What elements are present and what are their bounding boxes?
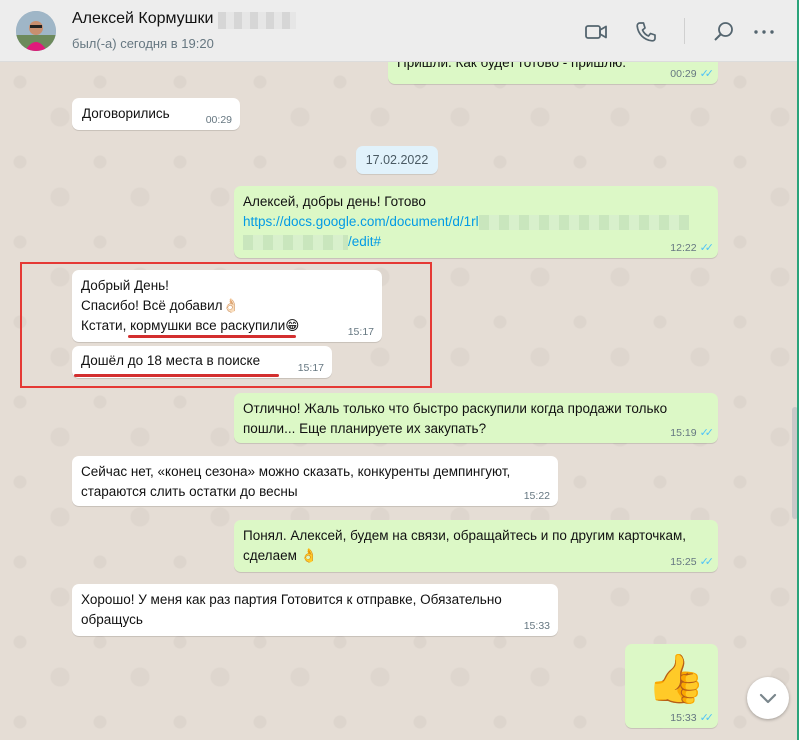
header-divider: [684, 18, 685, 44]
chevron-down-icon: [759, 693, 777, 704]
message-link-continued[interactable]: /edit#: [243, 232, 709, 252]
message-text: пошли... Еще планируете их закупать?: [243, 421, 487, 436]
message-text: Хорошо! У меня как раз партия Готовится …: [81, 592, 502, 607]
video-call-icon[interactable]: [583, 19, 609, 45]
last-seen-status: был(-а) сегодня в 19:20: [72, 36, 214, 51]
message-incoming[interactable]: Хорошо! У меня как раз партия Готовится …: [72, 584, 558, 636]
read-ticks-icon: ✓✓: [699, 712, 715, 724]
message-time: 15:19: [670, 427, 697, 439]
message-time: 00:29: [205, 114, 232, 126]
message-text: Договорились: [82, 106, 170, 121]
redacted-link-part: [478, 214, 689, 230]
message-text: стараются слить остатки до весны: [81, 484, 298, 499]
message-text: Отлично! Жаль только что быстро раскупил…: [243, 401, 668, 416]
message-list[interactable]: Пришли. Как будет готово - пришлю. 00:29…: [0, 62, 799, 740]
read-ticks-icon: ✓✓: [699, 427, 715, 439]
message-incoming[interactable]: Сейчас нет, «конец сезона» можно сказать…: [72, 456, 558, 506]
redacted-link-part: [243, 234, 348, 250]
message-text: обращусь: [81, 612, 143, 627]
thumbs-up-emoji: 👍: [646, 653, 706, 706]
underlined-text: кормушки все раскупили: [130, 318, 286, 333]
ok-hand-emoji: 👌🏻: [222, 298, 240, 313]
message-time: 15:33: [670, 712, 697, 724]
message-time: 15:33: [523, 620, 550, 632]
message-text: Дошёл до 18 места в поиске: [81, 353, 261, 368]
red-underline: [74, 374, 279, 377]
message-text: Пришли. Как будет готово - пришлю.: [397, 62, 626, 70]
chat-header: Алексей Кормушки был(-а) сегодня в 19:20: [0, 0, 799, 62]
read-ticks-icon: ✓✓: [699, 242, 715, 254]
date-separator: 17.02.2022: [356, 146, 438, 174]
message-outgoing[interactable]: Алексей, добры день! Готово https://docs…: [234, 186, 718, 258]
avatar[interactable]: [16, 11, 56, 51]
message-time: 00:29: [670, 68, 697, 80]
menu-icon[interactable]: [751, 19, 777, 45]
message-time: 15:25: [670, 556, 697, 568]
message-text: Алексей, добры день! Готово: [243, 194, 426, 209]
read-ticks-icon: ✓✓: [699, 68, 715, 80]
link-text[interactable]: /edit#: [348, 234, 381, 249]
search-icon[interactable]: [711, 19, 737, 45]
grin-emoji: 😁: [285, 318, 300, 333]
ok-hand-emoji: 👌: [300, 548, 318, 563]
message-link[interactable]: https://docs.google.com/document/d/1rl: [243, 212, 709, 232]
message-outgoing[interactable]: Понял. Алексей, будем на связи, обращайт…: [234, 520, 718, 572]
voice-call-icon[interactable]: [633, 19, 659, 45]
message-outgoing[interactable]: Отлично! Жаль только что быстро раскупил…: [234, 393, 718, 443]
contact-name[interactable]: Алексей Кормушки: [72, 10, 213, 28]
link-text[interactable]: https://docs.google.com/document/d/1rl: [243, 214, 479, 229]
message-text: сделаем: [243, 548, 297, 563]
message-time: 15:22: [523, 490, 550, 502]
message-text: Сейчас нет, «конец сезона» можно сказать…: [81, 464, 511, 479]
message-text: Кстати,: [81, 318, 131, 333]
message-outgoing[interactable]: Пришли. Как будет готово - пришлю. 00:29…: [388, 62, 718, 84]
message-incoming[interactable]: Добрый День! Спасибо! Всё добавил👌🏻 Кста…: [72, 270, 382, 342]
message-time: 15:17: [347, 326, 374, 338]
message-time: 15:17: [297, 362, 324, 374]
message-time: 12:22: [670, 242, 697, 254]
scroll-to-bottom-button[interactable]: [747, 677, 789, 719]
red-underline: [128, 335, 296, 338]
redacted-surname: [218, 12, 296, 29]
read-ticks-icon: ✓✓: [699, 556, 715, 568]
message-text: Спасибо! Всё добавил: [81, 298, 223, 313]
message-incoming[interactable]: Договорились 00:29: [72, 98, 240, 130]
message-text: Понял. Алексей, будем на связи, обращайт…: [243, 528, 687, 543]
message-text: Добрый День!: [81, 278, 169, 293]
